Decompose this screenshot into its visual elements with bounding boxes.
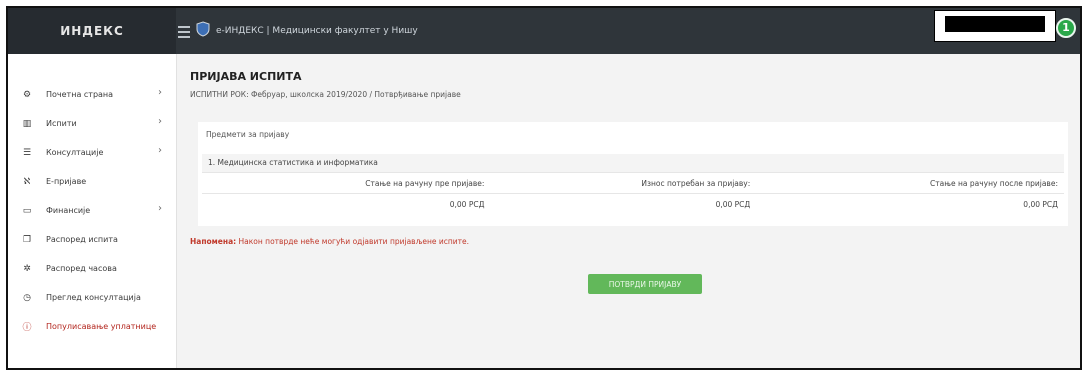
- table-cell: 0,00 РСД: [490, 193, 757, 214]
- hamburger-menu-icon[interactable]: [178, 23, 190, 38]
- app-window: ИНДЕКС e-ИНДЕКС | Медицински факултет у …: [6, 6, 1082, 370]
- warning-note: Напомена: Након потврде неће могући одја…: [190, 237, 469, 246]
- sidebar-item-label: Е-пријаве: [46, 177, 87, 186]
- shield-icon: [196, 21, 210, 37]
- settings-icon: ✲: [23, 263, 31, 274]
- page-subtitle: ИСПИТНИ РОК: Фебруар, школска 2019/2020 …: [190, 90, 461, 99]
- table-cell: 0,00 РСД: [202, 193, 491, 214]
- breadcrumb[interactable]: e-ИНДЕКС | Медицински факултет у Нишу: [216, 8, 418, 54]
- card-header: Предмети за пријаву: [206, 130, 290, 139]
- sidebar-item-label: Почетна страна: [46, 90, 114, 99]
- chevron-right-icon: ›: [158, 145, 162, 156]
- avatar-initial: 1: [1062, 21, 1070, 34]
- application-card: Предмети за пријаву 1. Медицинска статис…: [198, 122, 1068, 226]
- top-bar: ИНДЕКС e-ИНДЕКС | Медицински факултет у …: [8, 8, 1080, 54]
- column-header: Стање на рачуну после пријаве:: [756, 172, 1064, 194]
- column-header: Износ потребан за пријаву:: [490, 172, 757, 194]
- sidebar-item-label: Преглед консултација: [46, 293, 141, 302]
- clock-icon: ◷: [23, 292, 31, 303]
- sidebar-item-class-schedule[interactable]: ✲ Распоред часова: [8, 254, 176, 283]
- gear-icon: ⚙: [22, 89, 32, 100]
- sidebar-item-payment-slip[interactable]: ⓘ Популисавање уплатнице: [8, 312, 176, 341]
- list-icon: ☰: [22, 147, 32, 158]
- chevron-right-icon: ›: [158, 87, 162, 98]
- sidebar-item-label: Популисавање уплатнице: [46, 322, 157, 331]
- sidebar-item-home[interactable]: ⚙ Почетна страна ›: [8, 80, 176, 109]
- chart-icon: ▥: [22, 118, 32, 129]
- column-header: Стање на рачуну пре пријаве:: [202, 172, 491, 194]
- table-cell: 0,00 РСД: [756, 193, 1064, 214]
- sidebar-item-label: Распоред испита: [46, 235, 118, 244]
- user-avatar[interactable]: 1: [1056, 18, 1076, 38]
- sidebar-item-label: Финансије: [46, 206, 91, 215]
- users-icon: ℵ: [23, 176, 31, 187]
- sidebar-item-label: Консултације: [46, 148, 104, 157]
- table-row: 0,00 РСД 0,00 РСД 0,00 РСД: [202, 193, 1064, 214]
- page-title: ПРИЈАВА ИСПИТА: [190, 70, 302, 83]
- brand-logo[interactable]: ИНДЕКС: [8, 8, 176, 54]
- chevron-right-icon: ›: [158, 116, 162, 127]
- sidebar: ⚙ Почетна страна › ▥ Испити › ☰ Консулта…: [8, 54, 177, 368]
- info-icon: ⓘ: [22, 323, 32, 333]
- sidebar-item-label: Распоред часова: [46, 264, 117, 273]
- sidebar-item-consultation-overview[interactable]: ◷ Преглед консултација: [8, 283, 176, 312]
- sidebar-item-e-applications[interactable]: ℵ Е-пријаве: [8, 167, 176, 196]
- list-item: 1. Медицинска статистика и информатика: [202, 154, 1064, 172]
- sidebar-item-consultations[interactable]: ☰ Консултације ›: [8, 138, 176, 167]
- redacted-user-info: [934, 10, 1056, 42]
- balance-table: Стање на рачуну пре пријаве: Износ потре…: [202, 172, 1064, 214]
- main-content: ПРИЈАВА ИСПИТА ИСПИТНИ РОК: Фебруар, шко…: [176, 54, 1080, 368]
- table-header-row: Стање на рачуну пре пријаве: Износ потре…: [202, 172, 1064, 194]
- sidebar-item-finances[interactable]: ▭ Финансије ›: [8, 196, 176, 225]
- confirm-application-button[interactable]: ПОТВРДИ ПРИЈАВУ: [588, 274, 702, 294]
- sidebar-item-exam-schedule[interactable]: ❐ Распоред испита: [8, 225, 176, 254]
- sidebar-item-label: Испити: [46, 119, 77, 128]
- calendar-icon: ❐: [22, 234, 32, 245]
- note-text: Након потврде неће могући одјавити прија…: [236, 237, 470, 246]
- sidebar-item-exams[interactable]: ▥ Испити ›: [8, 109, 176, 138]
- note-label: Напомена:: [190, 237, 237, 246]
- folder-icon: ▭: [22, 205, 32, 216]
- chevron-right-icon: ›: [158, 203, 162, 214]
